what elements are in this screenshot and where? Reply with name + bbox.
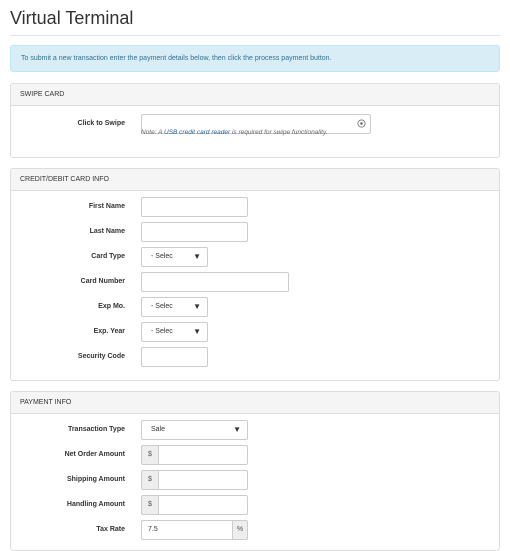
title-divider <box>10 35 500 36</box>
net-order-group: $ <box>141 445 248 465</box>
swipe-note-prefix: Note: A <box>141 129 165 136</box>
net-order-label: Net Order Amount <box>64 451 125 458</box>
exp-mo-value: - Selec <box>151 303 173 310</box>
page-title: Virtual Terminal <box>10 8 134 28</box>
swipe-label: Click to Swipe <box>77 120 125 127</box>
payment-info-heading: PAYMENT INFO <box>11 392 499 414</box>
shipping-group: $ <box>141 470 248 490</box>
last-name-row: Last Name <box>11 222 499 242</box>
net-order-input[interactable] <box>158 445 248 465</box>
card-info-heading: CREDIT/DEBIT CARD INFO <box>11 169 499 191</box>
exp-mo-select[interactable]: - Selec ▼ <box>141 297 208 317</box>
handling-row: Handling Amount $ <box>11 495 499 515</box>
card-info-panel: CREDIT/DEBIT CARD INFO First Name Last N… <box>10 168 500 381</box>
swipe-card-panel: SWIPE CARD Click to Swipe Note: A USB cr… <box>10 83 500 158</box>
transaction-type-value: Sale <box>151 426 166 433</box>
card-number-row: Card Number <box>11 272 499 292</box>
swipe-note-suffix: is required for swipe functionality. <box>230 129 328 136</box>
dollar-addon: $ <box>141 445 158 465</box>
shipping-label: Shipping Amount <box>66 476 125 483</box>
usb-reader-link[interactable]: USB credit card reader <box>164 129 230 136</box>
exp-year-value: - Selec <box>151 328 173 335</box>
info-alert: To submit a new transaction enter the pa… <box>10 45 500 72</box>
virtual-terminal-page: Virtual Terminal To submit a new transac… <box>0 0 510 551</box>
tax-rate-label: Tax Rate <box>96 526 125 533</box>
chevron-down-icon: ▼ <box>193 302 201 311</box>
dollar-addon: $ <box>141 470 158 490</box>
first-name-input[interactable] <box>141 197 248 217</box>
target-icon[interactable] <box>357 119 366 128</box>
transaction-type-row: Transaction Type Sale ▼ <box>11 420 499 440</box>
security-code-label: Security Code <box>77 353 125 360</box>
handling-group: $ <box>141 495 248 515</box>
first-name-label: First Name <box>88 203 125 210</box>
transaction-type-select[interactable]: Sale ▼ <box>141 420 248 440</box>
shipping-row: Shipping Amount $ <box>11 470 499 490</box>
last-name-input[interactable] <box>141 222 248 242</box>
tax-rate-input[interactable]: 7.5 <box>141 520 233 540</box>
exp-year-label: Exp. Year <box>93 328 125 335</box>
tax-rate-group: 7.5 % <box>141 520 248 540</box>
dollar-addon: $ <box>141 495 158 515</box>
card-type-select[interactable]: - Selec ▼ <box>141 247 208 267</box>
chevron-down-icon: ▼ <box>193 327 201 336</box>
card-type-row: Card Type - Selec ▼ <box>11 247 499 267</box>
exp-mo-row: Exp Mo. - Selec ▼ <box>11 297 499 317</box>
exp-year-row: Exp. Year - Selec ▼ <box>11 322 499 342</box>
chevron-down-icon: ▼ <box>233 425 241 434</box>
percent-addon: % <box>233 520 248 540</box>
last-name-label: Last Name <box>89 228 125 235</box>
security-code-row: Security Code <box>11 347 499 367</box>
swipe-note: Note: A USB credit card reader is requir… <box>141 129 328 136</box>
shipping-input[interactable] <box>158 470 248 490</box>
tax-rate-row: Tax Rate 7.5 % <box>11 520 499 540</box>
card-number-label: Card Number <box>80 278 125 285</box>
exp-year-select[interactable]: - Selec ▼ <box>141 322 208 342</box>
card-type-label: Card Type <box>91 253 125 260</box>
handling-input[interactable] <box>158 495 248 515</box>
transaction-type-label: Transaction Type <box>67 426 125 433</box>
net-order-row: Net Order Amount $ <box>11 445 499 465</box>
payment-info-panel: PAYMENT INFO Transaction Type Sale ▼ Net… <box>10 391 500 551</box>
card-type-value: - Selec <box>151 253 173 260</box>
exp-mo-label: Exp Mo. <box>98 303 125 310</box>
swipe-card-heading: SWIPE CARD <box>11 84 499 106</box>
first-name-row: First Name <box>11 197 499 217</box>
security-code-input[interactable] <box>141 347 208 367</box>
handling-label: Handling Amount <box>66 501 125 508</box>
chevron-down-icon: ▼ <box>193 252 201 261</box>
card-number-input[interactable] <box>141 272 289 292</box>
